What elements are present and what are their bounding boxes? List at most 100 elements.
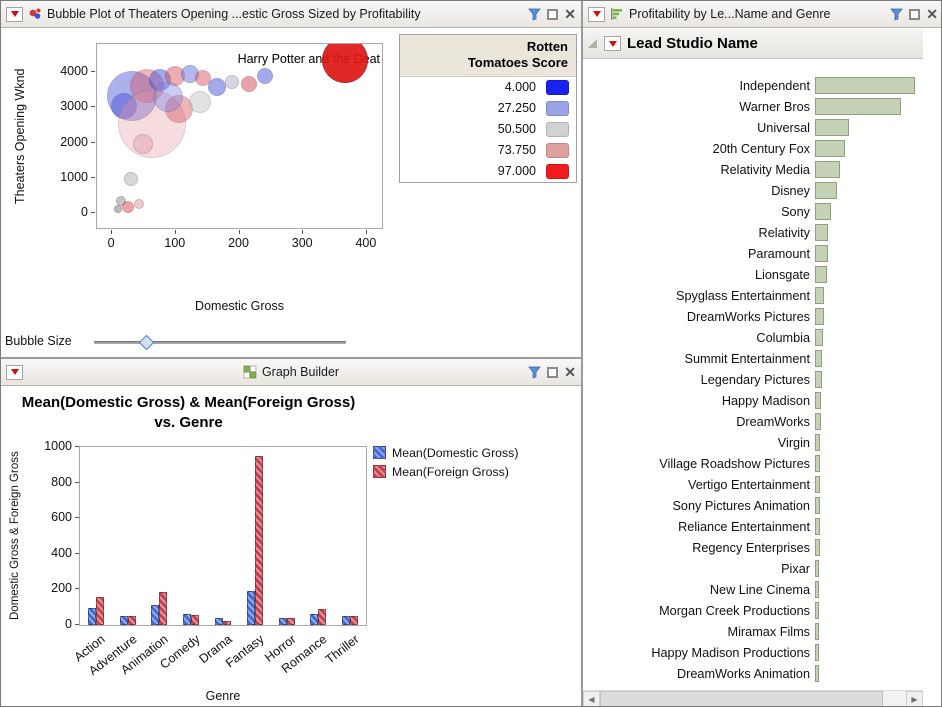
bar-domestic-gross[interactable] <box>310 614 318 625</box>
profitability-bar[interactable] <box>815 329 823 346</box>
bar-domestic-gross[interactable] <box>88 608 96 625</box>
data-bubble[interactable] <box>322 43 368 83</box>
horizontal-scrollbar[interactable]: ◀ ▶ <box>583 690 923 707</box>
bubble-size-slider[interactable] <box>94 335 346 349</box>
legend-item[interactable]: 73.750 <box>400 140 576 161</box>
bar-foreign-gross[interactable] <box>318 609 326 625</box>
profitability-bar[interactable] <box>815 350 822 367</box>
data-bubble[interactable] <box>225 75 239 89</box>
studio-row: Lionsgate <box>583 264 923 285</box>
scroll-left-arrow[interactable]: ◀ <box>583 691 600 707</box>
studio-name-label: Spyglass Entertainment <box>583 289 815 303</box>
profitability-bar[interactable] <box>815 119 849 136</box>
profitability-bar[interactable] <box>815 308 824 325</box>
legend-color-swatch <box>546 101 569 116</box>
maximize-icon[interactable] <box>547 367 558 378</box>
bar-foreign-gross[interactable] <box>191 615 199 625</box>
bar-domestic-gross[interactable] <box>342 616 350 625</box>
close-icon[interactable]: ✕ <box>564 7 576 21</box>
scrollbar-thumb[interactable] <box>600 691 883 707</box>
profitability-bar[interactable] <box>815 182 837 199</box>
data-bubble[interactable] <box>124 172 138 186</box>
profitability-bar[interactable] <box>815 665 819 682</box>
profitability-bar[interactable] <box>815 518 820 535</box>
profitability-bar[interactable] <box>815 266 827 283</box>
profitability-bar[interactable] <box>815 539 820 556</box>
profitability-bar[interactable] <box>815 581 819 598</box>
close-icon[interactable]: ✕ <box>564 365 576 379</box>
studio-row: Relativity <box>583 222 923 243</box>
maximize-icon[interactable] <box>909 9 920 20</box>
profitability-bar[interactable] <box>815 98 901 115</box>
legend-item[interactable]: Mean(Foreign Gross) <box>373 462 518 481</box>
profitability-bar[interactable] <box>815 77 915 94</box>
data-bubble[interactable] <box>134 199 144 209</box>
data-bubble[interactable] <box>133 134 153 154</box>
bubble-plot-area[interactable]: Harry Potter and the Deat <box>96 43 383 229</box>
profitability-bar[interactable] <box>815 497 820 514</box>
profitability-bar[interactable] <box>815 455 820 472</box>
bar-domestic-gross[interactable] <box>247 591 255 625</box>
y-tick-label: 600 <box>51 510 72 524</box>
bar-domestic-gross[interactable] <box>120 616 128 625</box>
profitability-bar[interactable] <box>815 224 828 241</box>
bar-foreign-gross[interactable] <box>96 597 104 625</box>
filter-funnel-icon[interactable] <box>528 366 541 379</box>
maximize-icon[interactable] <box>547 9 558 20</box>
bar-chart-plot-area[interactable] <box>79 446 367 626</box>
red-triangle-menu-button[interactable] <box>6 7 23 22</box>
bar-foreign-gross[interactable] <box>128 616 136 625</box>
bar-foreign-gross[interactable] <box>159 592 167 625</box>
bar-domestic-gross[interactable] <box>215 618 223 625</box>
red-triangle-menu-button[interactable] <box>604 36 621 51</box>
legend-item[interactable]: 27.250 <box>400 98 576 119</box>
bar-domestic-gross[interactable] <box>279 618 287 625</box>
profitability-bar[interactable] <box>815 623 819 640</box>
profitability-bar[interactable] <box>815 413 821 430</box>
data-bubble[interactable] <box>208 78 226 96</box>
bar-foreign-gross[interactable] <box>223 621 231 625</box>
red-triangle-menu-button[interactable] <box>588 7 605 22</box>
profitability-bar[interactable] <box>815 560 819 577</box>
profitability-bar[interactable] <box>815 203 831 220</box>
legend-item[interactable]: 4.000 <box>400 77 576 98</box>
legend-title-line1: Rotten <box>404 39 568 55</box>
y-tick-mark <box>75 624 79 625</box>
profitability-bar[interactable] <box>815 140 845 157</box>
slider-thumb[interactable] <box>139 335 155 351</box>
red-triangle-menu-button[interactable] <box>6 365 23 380</box>
bar-foreign-gross[interactable] <box>287 618 295 625</box>
bar-foreign-gross[interactable] <box>255 456 263 625</box>
profitability-bar[interactable] <box>815 161 840 178</box>
data-bubble[interactable] <box>189 91 211 113</box>
filter-funnel-icon[interactable] <box>890 8 903 21</box>
data-bubble[interactable] <box>241 76 257 92</box>
profitability-bar[interactable] <box>815 644 819 661</box>
slider-track[interactable] <box>94 341 346 344</box>
legend-item[interactable]: 97.000 <box>400 161 576 182</box>
profitability-bar[interactable] <box>815 392 821 409</box>
bar-domestic-gross[interactable] <box>151 605 159 625</box>
bar-foreign-gross[interactable] <box>350 616 358 625</box>
data-bubble[interactable] <box>122 201 134 213</box>
profitability-bar[interactable] <box>815 602 819 619</box>
studio-row: DreamWorks <box>583 411 923 432</box>
profitability-bar[interactable] <box>815 434 820 451</box>
scroll-right-arrow[interactable]: ▶ <box>906 691 923 707</box>
profitability-bar[interactable] <box>815 287 824 304</box>
disclosure-triangle-icon[interactable] <box>587 38 598 49</box>
legend-item[interactable]: Mean(Domestic Gross) <box>373 443 518 462</box>
close-icon[interactable]: ✕ <box>926 7 938 21</box>
y-tick-mark <box>91 177 95 178</box>
studio-name-label: Happy Madison Productions <box>583 646 815 660</box>
studio-name-label: 20th Century Fox <box>583 142 815 156</box>
data-bubble[interactable] <box>114 205 122 213</box>
profitability-bar[interactable] <box>815 371 822 388</box>
profitability-bar[interactable] <box>815 245 828 262</box>
filter-funnel-icon[interactable] <box>528 8 541 21</box>
legend-item[interactable]: 50.500 <box>400 119 576 140</box>
profitability-bar[interactable] <box>815 476 820 493</box>
studio-bar-list: IndependentWarner BrosUniversal20th Cent… <box>583 75 923 684</box>
bar-domestic-gross[interactable] <box>183 614 191 625</box>
data-bubble[interactable] <box>257 68 273 84</box>
